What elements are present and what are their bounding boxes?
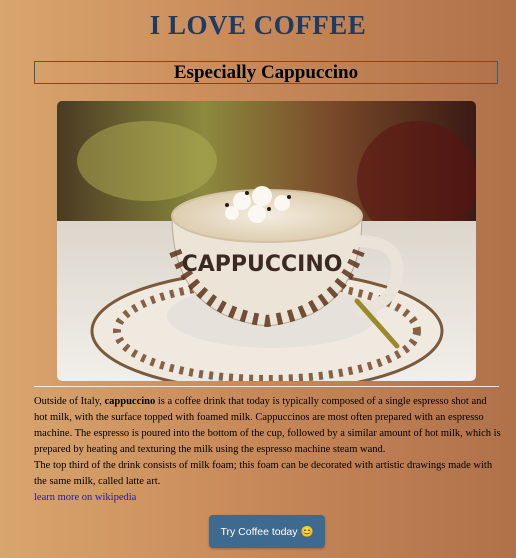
try-coffee-button[interactable]: Try Coffee today 😊 xyxy=(209,515,325,548)
description-paragraph-1: Outside of Italy, cappuccino is a coffee… xyxy=(34,394,502,458)
text-run: Outside of Italy, xyxy=(34,396,105,407)
subtitle: Especially Cappuccino xyxy=(34,61,498,84)
page-title: I LOVE COFFEE xyxy=(149,10,367,40)
description: Outside of Italy, cappuccino is a coffee… xyxy=(34,394,502,506)
description-paragraph-2: The top third of the drink consists of m… xyxy=(34,460,493,487)
divider xyxy=(34,386,499,387)
wikipedia-link[interactable]: learn more on wikipedia xyxy=(34,490,502,506)
cappuccino-image: CAPPUCCINO xyxy=(57,101,476,381)
bold-term: cappuccino xyxy=(104,396,156,407)
cup-label: CAPPUCCINO xyxy=(182,252,343,277)
page: I LOVE COFFEE Especially Cappuccino CAPP… xyxy=(0,0,516,558)
